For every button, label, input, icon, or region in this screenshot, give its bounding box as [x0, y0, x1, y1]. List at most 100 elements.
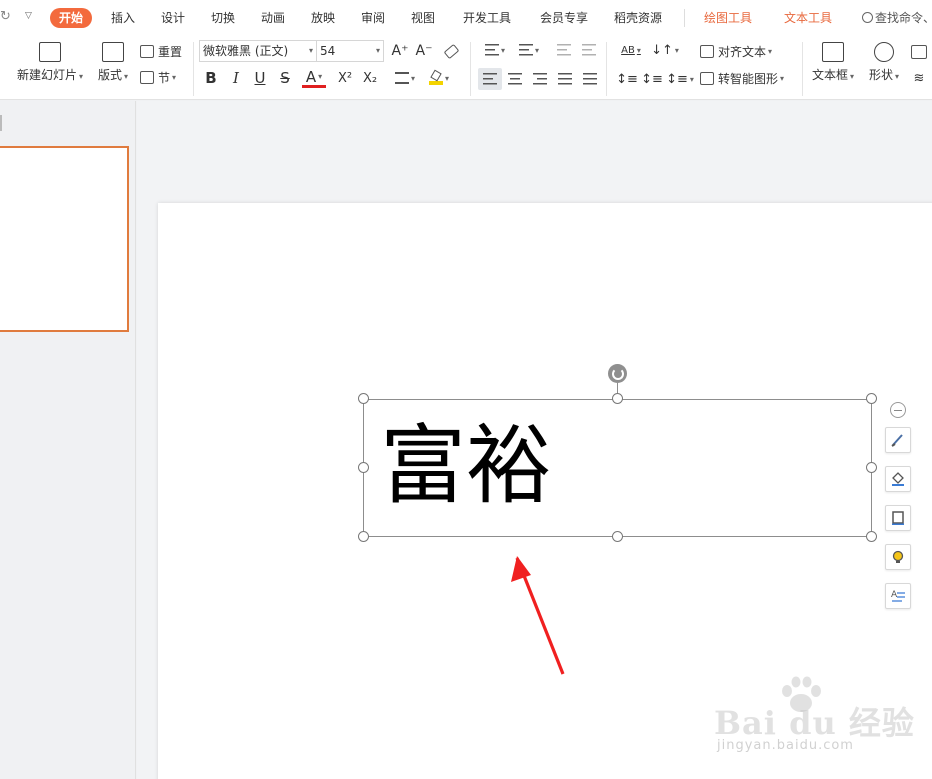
highlighter-icon [428, 69, 443, 85]
bold-button[interactable]: B [202, 68, 220, 88]
resize-handle-top-left[interactable] [358, 393, 369, 404]
tab-drawing-tools[interactable]: 绘图工具 [704, 8, 752, 28]
bullet-list-icon [484, 44, 499, 56]
underline-button[interactable]: U [251, 68, 269, 88]
tab-view[interactable]: 视图 [411, 8, 435, 28]
text-format-button[interactable]: A [885, 583, 911, 609]
font-name-select[interactable]: 微软雅黑 (正文) ▾ [199, 40, 317, 62]
resize-handle-bottom-right[interactable] [866, 531, 877, 542]
font-color-label: A [305, 67, 317, 86]
reset-label: 重置 [158, 44, 183, 59]
svg-text:A: A [891, 590, 898, 600]
outline-icon [892, 511, 904, 525]
tab-docer[interactable]: 稻壳资源 [614, 8, 662, 28]
textbox-button[interactable]: 文本框 ▾ [809, 42, 857, 83]
numbered-list-button[interactable]: ▾ [511, 40, 547, 60]
text-format-icon: A [891, 590, 905, 602]
increase-indent-button[interactable] [579, 40, 599, 60]
align-text-button[interactable]: 对齐文本 ▾ [700, 40, 772, 62]
tab-transition[interactable]: 切换 [211, 8, 235, 28]
tab-review[interactable]: 审阅 [361, 8, 385, 28]
sort-arrows-icon: ↓↑ [651, 42, 673, 58]
smart-shape-icon [700, 71, 714, 85]
ribbon-divider [470, 42, 471, 96]
resize-handle-top[interactable] [612, 393, 623, 404]
sort-button[interactable]: ↓↑ ▾ [651, 40, 679, 60]
smart-tip-button[interactable] [885, 544, 911, 570]
tab-start[interactable]: 开始 [50, 8, 93, 28]
outline-style-button[interactable] [885, 505, 911, 531]
reset-button[interactable]: 重置 [140, 42, 182, 60]
textbox-text[interactable]: 富裕 [380, 410, 552, 522]
spacing-options-button[interactable]: ↕≡ ▾ [666, 68, 694, 90]
layout-button[interactable]: 版式 ▾ [94, 42, 132, 83]
tab-design[interactable]: 设计 [161, 8, 185, 28]
ribbon-toolbar: 新建幻灯片 ▾ 版式 ▾ 重置 节 ▾ 微软雅黑 (正文) ▾ 54 ▾ A⁺ A⁻ B … [0, 36, 932, 100]
shrink-font-button[interactable]: A⁻ [414, 41, 434, 61]
subscript-button[interactable]: X₂ [359, 68, 381, 88]
paragraph-spacing-icon: ↕≡ [641, 71, 663, 87]
tab-text-tools[interactable]: 文本工具 [784, 8, 832, 28]
justify-button[interactable] [554, 68, 576, 90]
new-slide-button[interactable]: 新建幻灯片 ▾ [14, 42, 86, 83]
distribute-button[interactable] [579, 68, 601, 90]
align-right-button[interactable] [529, 68, 551, 90]
slide-thumbnail[interactable] [0, 146, 129, 332]
ribbon-divider [802, 42, 803, 96]
section-button[interactable]: 节 ▾ [140, 68, 176, 86]
spacing-options-icon: ↕≡ [666, 71, 688, 87]
resize-handle-left[interactable] [358, 462, 369, 473]
tab-developer[interactable]: 开发工具 [463, 8, 511, 28]
slide-thumbnail-pane [0, 101, 136, 779]
superscript-button[interactable]: X² [334, 68, 356, 88]
italic-button[interactable]: I [227, 68, 245, 88]
textbox-label: 文本框 [811, 68, 848, 82]
quick-access-dropdown-icon[interactable]: ▽ [25, 11, 32, 21]
bullet-list-button[interactable]: ▾ [477, 40, 513, 60]
justify-icon [558, 73, 572, 85]
align-center-button[interactable] [504, 68, 526, 90]
paragraph-spacing-button[interactable]: ↕≡ [641, 68, 663, 90]
resize-handle-right[interactable] [866, 462, 877, 473]
text-direction-button[interactable]: AB ▾ [616, 40, 646, 60]
shape-label: 形状 [868, 68, 893, 82]
chevron-down-icon: ▾ [308, 46, 313, 55]
arrange-button[interactable]: ≋ [909, 68, 929, 88]
tab-animation[interactable]: 动画 [261, 8, 285, 28]
font-size-select[interactable]: 54 ▾ [316, 40, 384, 62]
font-name-value: 微软雅黑 (正文) [203, 44, 289, 58]
line-spacing-button[interactable]: ↕≡ [616, 68, 638, 90]
command-search[interactable]: 查找命令、 [862, 9, 932, 26]
clear-format-button[interactable] [441, 42, 461, 60]
align-left-icon [483, 73, 497, 85]
watermark-url: jingyan.baidu.com [717, 738, 854, 753]
text-direction-label: AB [621, 44, 635, 56]
tab-insert[interactable]: 插入 [111, 8, 135, 28]
fill-style-button[interactable] [885, 466, 911, 492]
redo-icon[interactable]: ↻ [0, 9, 14, 25]
tab-slideshow[interactable]: 放映 [311, 8, 335, 28]
tab-member[interactable]: 会员专享 [540, 8, 588, 28]
shape-button[interactable]: 形状 ▾ [864, 42, 904, 83]
picture-button[interactable] [909, 42, 929, 62]
resize-handle-bottom[interactable] [612, 531, 623, 542]
brush-style-button[interactable] [885, 427, 911, 453]
collapse-icon[interactable] [890, 402, 906, 418]
resize-handle-bottom-left[interactable] [358, 531, 369, 542]
highlight-button[interactable]: ▾ [425, 68, 453, 88]
grow-font-button[interactable]: A⁺ [390, 41, 410, 61]
strikethrough-button[interactable]: S [276, 68, 294, 88]
decrease-indent-button[interactable] [554, 40, 574, 60]
align-left-button[interactable] [478, 68, 502, 90]
reset-icon [140, 44, 154, 58]
font-color-button[interactable]: A ▾ [302, 68, 326, 88]
char-spacing-button[interactable]: ▾ [392, 68, 418, 88]
rotate-handle[interactable] [608, 364, 627, 383]
align-right-icon [533, 73, 547, 85]
decrease-indent-icon [557, 44, 571, 56]
smart-shape-button[interactable]: 转智能图形 ▾ [700, 67, 784, 89]
selected-textbox[interactable]: 富裕 [363, 399, 872, 537]
resize-handle-top-right[interactable] [866, 393, 877, 404]
section-icon [140, 70, 154, 84]
brush-icon [891, 434, 903, 447]
